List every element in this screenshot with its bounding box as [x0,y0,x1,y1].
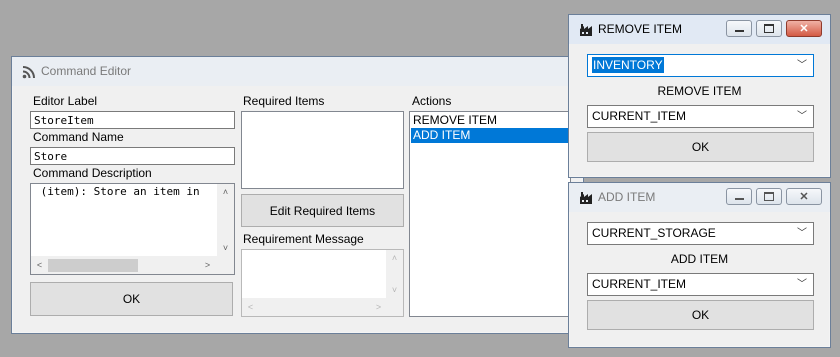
remove-item-dialog: REMOVE ITEM ✕ INVENTORY ﹀ REMOVE ITEM CU… [568,14,831,178]
add-source-dropdown[interactable]: CURRENT_STORAGE ﹀ [587,222,814,245]
horizontal-scroll-thumb[interactable] [48,259,138,272]
list-item[interactable]: REMOVE ITEM [411,113,569,128]
command-editor-window: Command Editor Editor Label StoreItem Co… [11,56,584,334]
chevron-down-icon: ﹀ [797,111,807,122]
maximize-icon[interactable] [756,188,782,205]
remove-item-titlebar[interactable]: REMOVE ITEM ✕ [569,15,830,44]
chevron-down-icon: ﹀ [797,228,807,239]
add-item-titlebar[interactable]: ADD ITEM ✕ [569,183,830,212]
command-editor-titlebar[interactable]: Command Editor [12,57,583,86]
factory-icon [580,24,592,36]
required-items-list[interactable] [241,111,404,189]
command-name-field[interactable]: Store [30,147,235,165]
message-horizontal-scrollbar[interactable]: < > [242,298,403,316]
close-icon[interactable]: ✕ [786,20,822,37]
command-name-caption: Command Name [33,130,124,144]
remove-target-value: CURRENT_ITEM [592,109,687,123]
scroll-left-icon[interactable]: < [242,299,259,316]
add-item-label: ADD ITEM [670,252,729,266]
edit-required-items-button[interactable]: Edit Required Items [241,194,404,227]
add-source-value: CURRENT_STORAGE [592,226,716,240]
actions-list[interactable]: REMOVE ITEM ADD ITEM [409,111,571,317]
close-icon[interactable]: ✕ [786,188,822,205]
add-target-dropdown[interactable]: CURRENT_ITEM ﹀ [587,273,814,296]
add-target-value: CURRENT_ITEM [592,277,687,291]
maximize-icon[interactable] [756,20,782,37]
chevron-down-icon: ﹀ [797,279,807,290]
command-editor-ok-button[interactable]: OK [30,282,233,316]
description-horizontal-scrollbar[interactable]: < > [31,256,234,274]
actions-caption: Actions [412,94,452,108]
chevron-down-icon: ﹀ [797,60,807,71]
remove-item-title: REMOVE ITEM [598,22,683,36]
factory-icon [580,192,592,204]
remove-source-dropdown[interactable]: INVENTORY ﹀ [587,54,814,77]
add-item-title: ADD ITEM [598,190,656,204]
scroll-right-icon[interactable]: > [370,299,387,316]
requirement-message-textarea[interactable]: ˄ ˅ < > [241,249,404,317]
remove-item-label: REMOVE ITEM [657,84,742,98]
remove-target-dropdown[interactable]: CURRENT_ITEM ﹀ [587,105,814,128]
description-vertical-scrollbar[interactable]: ˄ ˅ [217,184,234,257]
list-item[interactable]: ADD ITEM [411,128,569,143]
required-items-caption: Required Items [243,94,325,108]
scroll-up-icon[interactable]: ˄ [217,184,234,201]
command-editor-title: Command Editor [41,64,132,78]
add-item-dialog: ADD ITEM ✕ CURRENT_STORAGE ﹀ ADD ITEM CU… [568,182,831,348]
scroll-right-icon[interactable]: > [199,257,216,274]
requirement-message-caption: Requirement Message [243,232,364,246]
minimize-icon[interactable] [726,20,752,37]
scroll-down-icon[interactable]: ˅ [217,240,234,257]
editor-label-field[interactable]: StoreItem [30,111,235,129]
editor-label-caption: Editor Label [33,94,98,108]
rss-icon [22,66,35,79]
remove-item-ok-button[interactable]: OK [587,132,814,162]
minimize-icon[interactable] [726,188,752,205]
scroll-up-icon[interactable]: ˄ [386,250,403,267]
scroll-down-icon[interactable]: ˅ [386,282,403,299]
command-description-text: (item): Store an item in [34,185,200,198]
scroll-left-icon[interactable]: < [31,257,48,274]
remove-source-value: INVENTORY [592,57,664,73]
command-description-caption: Command Description [33,166,152,180]
command-description-textarea[interactable]: (item): Store an item in ˄ ˅ < > [30,183,235,275]
add-item-ok-button[interactable]: OK [587,300,814,330]
message-vertical-scrollbar[interactable]: ˄ ˅ [386,250,403,299]
